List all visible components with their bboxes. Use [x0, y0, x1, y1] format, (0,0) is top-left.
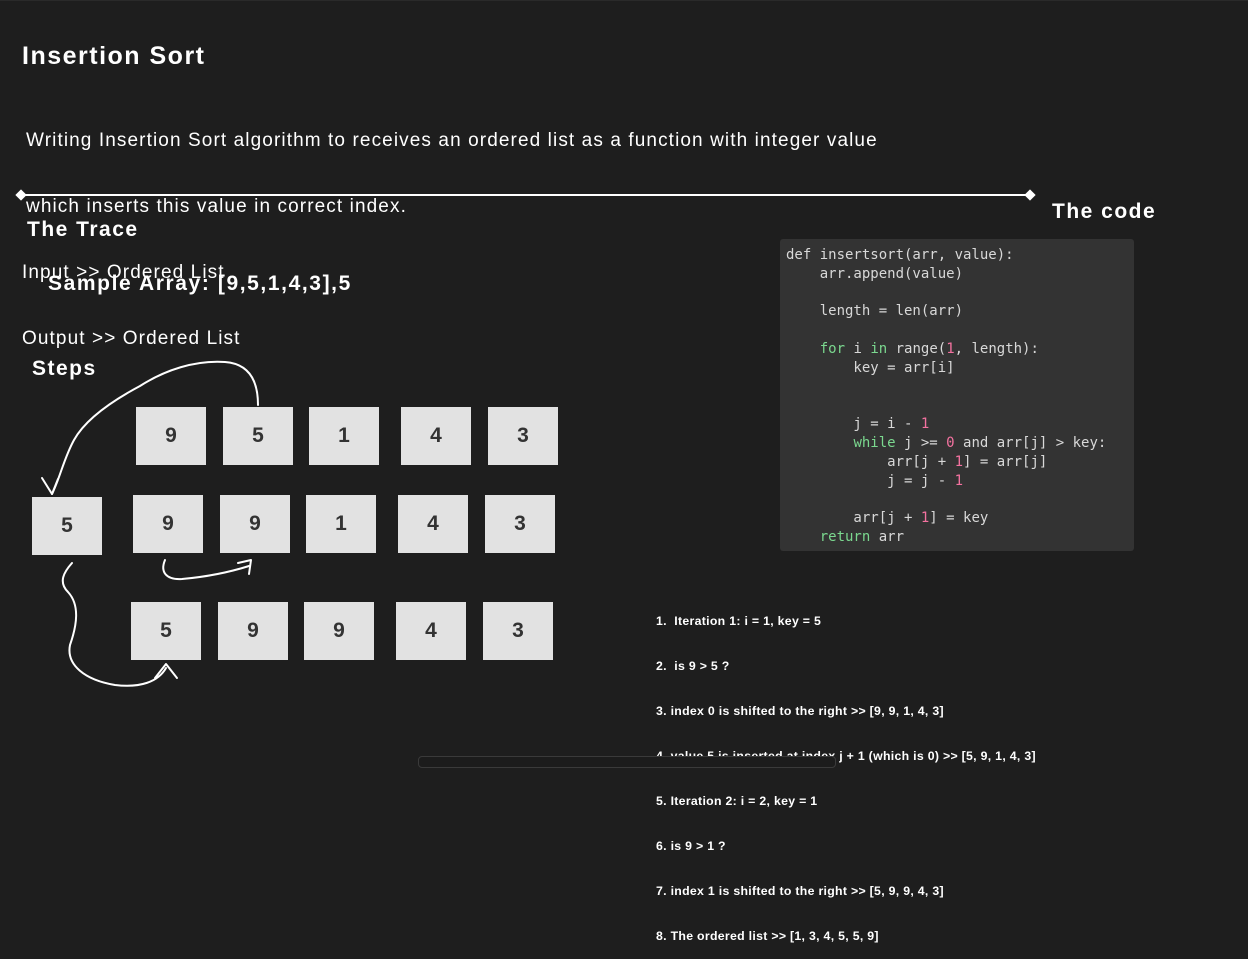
code-text: arr — [870, 528, 905, 545]
code-number: 1 — [954, 453, 964, 470]
insert-arrow — [61, 562, 167, 687]
code-keyword: while — [853, 434, 896, 451]
pick-key-arrowhead — [41, 477, 59, 495]
code-line: key = arr[i] — [786, 359, 955, 376]
note-item: 5. Iteration 2: i = 2, key = 1 — [656, 794, 818, 808]
code-number: 1 — [920, 416, 930, 433]
note-item: 8. The ordered list >> [1, 3, 4, 5, 5, 9… — [656, 929, 879, 943]
code-text: i — [845, 340, 871, 357]
code-text: arr[j + — [786, 453, 955, 470]
code-text: j >= — [895, 434, 947, 451]
code-number: 0 — [946, 434, 955, 451]
code-line: j = j - 1 — [786, 472, 1134, 491]
note-item: 6. is 9 > 1 ? — [656, 839, 726, 853]
code-text: range( — [887, 340, 947, 357]
code-line: j = i - 1 — [786, 415, 1134, 434]
note-item: 3. index 0 is shifted to the right >> [9… — [656, 704, 944, 718]
code-text: j = i - — [786, 416, 921, 433]
code-line: arr.append(value) — [786, 265, 964, 282]
code-line: while j >= 0 and arr[j] > key: — [786, 434, 1134, 453]
bottom-toolbar — [418, 756, 836, 768]
pick-key-arrow — [51, 360, 259, 495]
code-text: j = j - — [786, 472, 955, 489]
code-keyword: in — [870, 340, 888, 357]
code-text: and arr[j] > key: — [954, 434, 1107, 451]
code-line: arr[j + 1] = arr[j] — [786, 453, 1134, 472]
code-line: arr[j + 1] = key — [786, 509, 1134, 528]
shift-arrow — [162, 559, 250, 581]
code-line: for i in range(1, length): — [786, 340, 1134, 359]
code-text: ] = key — [929, 510, 989, 527]
code-number: 1 — [946, 340, 955, 357]
code-text: arr[j + — [786, 510, 921, 527]
note-item: 1. Iteration 1: i = 1, key = 5 — [656, 614, 822, 628]
note-item: 7. index 1 is shifted to the right >> [5… — [656, 884, 944, 898]
code-keyword: return — [819, 528, 871, 545]
note-item: 2. is 9 > 5 ? — [656, 659, 730, 673]
code-line: def insertsort(arr, value): — [786, 247, 1014, 263]
code-line: length = len(arr) — [786, 303, 964, 320]
trace-notes: 1. Iteration 1: i = 1, key = 5 2. is 9 >… — [656, 584, 1036, 959]
code-line: return arr — [786, 528, 1134, 547]
code-number: 1 — [954, 472, 964, 489]
code-text: , length): — [954, 340, 1039, 357]
code-keyword: for — [819, 340, 846, 357]
code-panel: def insertsort(arr, value): arr.append(v… — [780, 239, 1134, 551]
code-text: ] = arr[j] — [963, 453, 1048, 470]
